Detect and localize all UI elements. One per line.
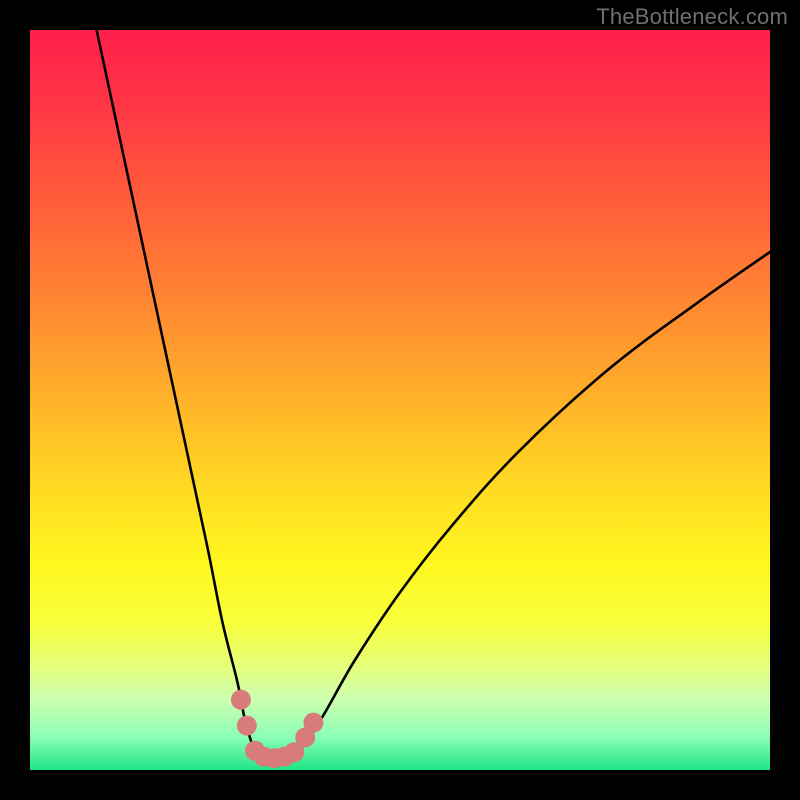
highlight-dot [303, 713, 323, 733]
highlight-dot [231, 690, 251, 710]
highlight-dot [237, 716, 257, 736]
plot-area [30, 30, 770, 770]
chart-frame: TheBottleneck.com [0, 0, 800, 800]
watermark-text: TheBottleneck.com [596, 4, 788, 30]
bottleneck-curve [30, 30, 770, 770]
